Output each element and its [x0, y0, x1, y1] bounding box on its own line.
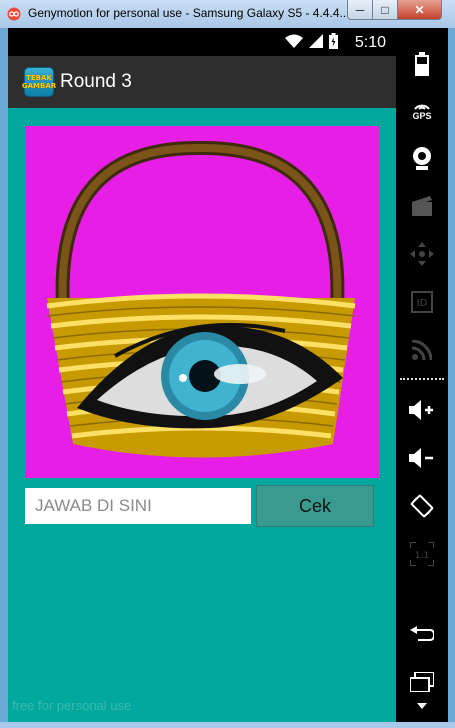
answer-input[interactable]	[25, 488, 251, 524]
genymotion-side-panel: GPS ID 1:1	[396, 28, 448, 722]
puzzle-image	[25, 126, 379, 478]
app-logo-icon[interactable]: TEBAK GAMBAR	[21, 67, 57, 97]
gps-label: GPS	[412, 110, 432, 121]
volume-up-icon[interactable]	[396, 390, 448, 430]
app-logo-line1: TEBAK	[26, 74, 52, 82]
svg-text:ID: ID	[417, 298, 428, 309]
battery-status-icon	[329, 33, 338, 49]
app-logo-line2: GAMBAR	[21, 82, 57, 90]
menu-icon[interactable]	[396, 692, 448, 720]
id-icon[interactable]: ID	[396, 282, 448, 322]
genymotion-logo-icon	[7, 7, 21, 21]
status-time: 5:10	[354, 34, 386, 51]
page-title: Round 3	[60, 71, 132, 92]
battery-icon[interactable]	[396, 44, 448, 84]
panel-divider	[400, 378, 444, 380]
wifi-icon	[285, 34, 303, 48]
window-bottom-border	[0, 722, 455, 728]
svg-text:1:1: 1:1	[415, 551, 429, 561]
minimize-button[interactable]: ─	[347, 0, 373, 20]
check-button[interactable]: Cek	[256, 485, 374, 527]
action-bar: TEBAK GAMBAR Round 3	[8, 56, 396, 108]
rss-icon[interactable]	[396, 330, 448, 370]
window-title-bar[interactable]: Genymotion for personal use - Samsung Ga…	[0, 0, 455, 29]
screencast-icon[interactable]	[396, 186, 448, 226]
close-button[interactable]: ✕	[397, 0, 442, 20]
maximize-button[interactable]: □	[372, 0, 398, 20]
back-icon[interactable]	[396, 614, 448, 654]
volume-down-icon[interactable]	[396, 438, 448, 478]
gps-icon[interactable]: GPS	[396, 90, 448, 130]
watermark: free for personal use	[12, 698, 132, 713]
signal-icon	[309, 34, 323, 48]
game-content: Cek	[8, 108, 396, 722]
webcam-icon[interactable]	[396, 138, 448, 178]
basket-eye-picture	[46, 140, 356, 458]
pixel-perfect-icon[interactable]: 1:1	[396, 534, 448, 574]
rotate-icon[interactable]	[396, 486, 448, 526]
move-icon[interactable]	[396, 234, 448, 274]
status-bar: 5:10	[8, 28, 396, 56]
window-title: Genymotion for personal use - Samsung Ga…	[28, 6, 346, 20]
